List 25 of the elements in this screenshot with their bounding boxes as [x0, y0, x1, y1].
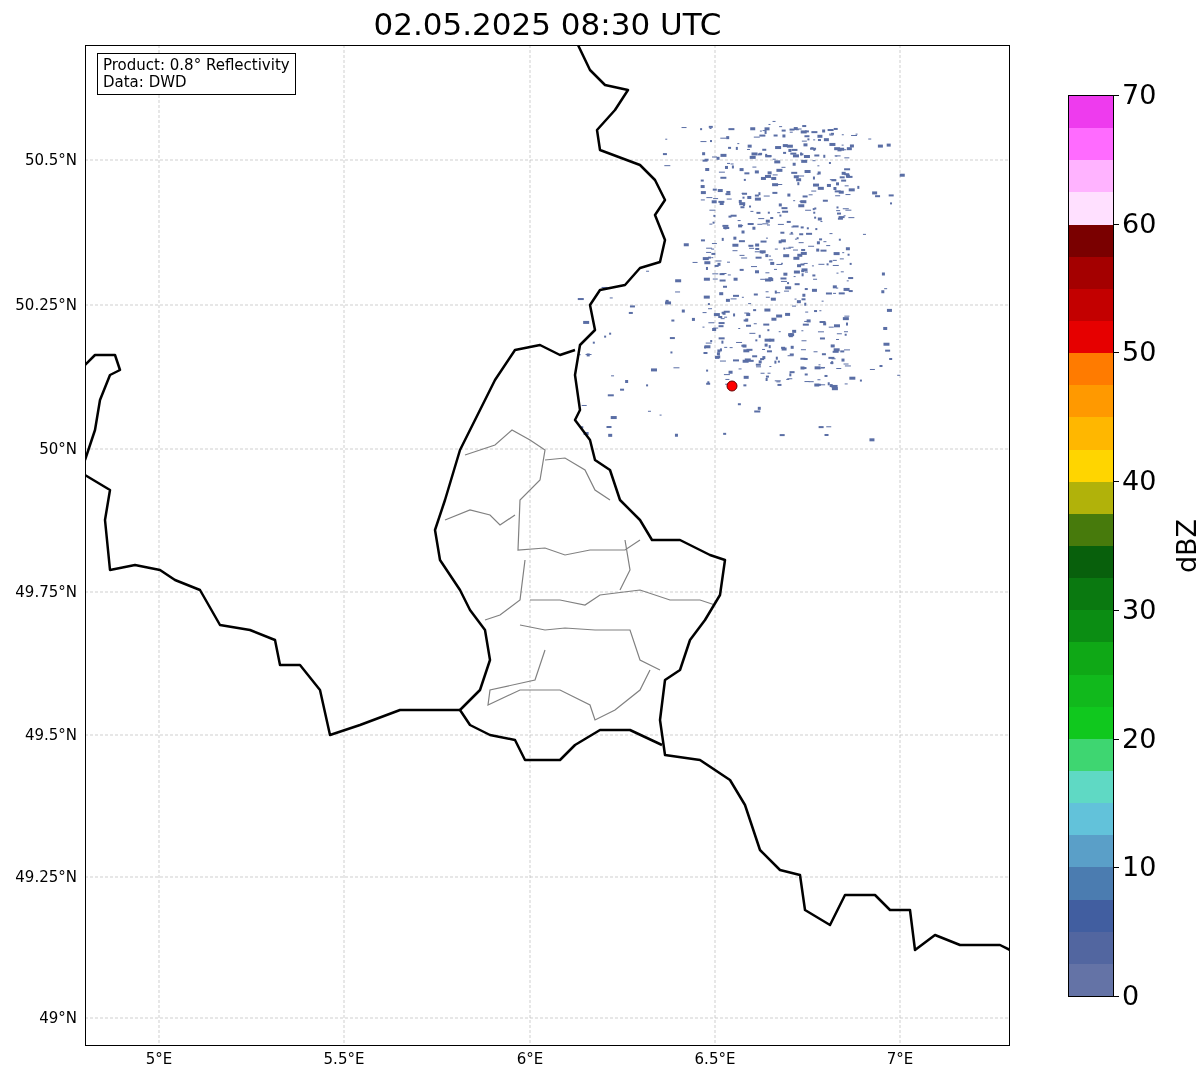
colorbar-label: dBZ — [1171, 518, 1202, 574]
latitude-label: 49.5°N — [24, 725, 77, 745]
info-text: Data: DWD — [103, 74, 188, 91]
latitude-label: 50°N — [39, 439, 77, 459]
longitude-label: 5°E — [144, 1049, 174, 1069]
latitude-label: 50.25°N — [15, 295, 77, 315]
radar-site-marker — [726, 380, 738, 392]
info-text: Product: 0.8° Reflectivity — [103, 57, 290, 74]
longitude-label: 6°E — [515, 1049, 545, 1069]
latitude-label: 49°N — [39, 1008, 77, 1028]
colorbar-tick-label: 0 — [1122, 980, 1140, 1012]
chart-title: 02.05.2025 08:30 UTC — [372, 5, 723, 44]
colorbar-tick-label: 60 — [1122, 207, 1157, 240]
latitude-label: 49.75°N — [15, 582, 77, 602]
colorbar-tick-label: 20 — [1122, 722, 1157, 755]
latitude-label: 49.25°N — [15, 867, 77, 887]
colorbar-tick-label: 30 — [1122, 593, 1157, 626]
colorbar-tick-label: 70 — [1122, 79, 1157, 111]
colorbar-tick-label: 40 — [1122, 465, 1157, 498]
longitude-label: 5.5°E — [322, 1049, 366, 1069]
longitude-label: 7°E — [885, 1049, 915, 1069]
longitude-label: 6.5°E — [693, 1049, 737, 1069]
colorbar-tick-label: 10 — [1122, 851, 1157, 884]
colorbar-tick-label: 50 — [1122, 336, 1157, 369]
latitude-label: 50.5°N — [24, 150, 77, 170]
